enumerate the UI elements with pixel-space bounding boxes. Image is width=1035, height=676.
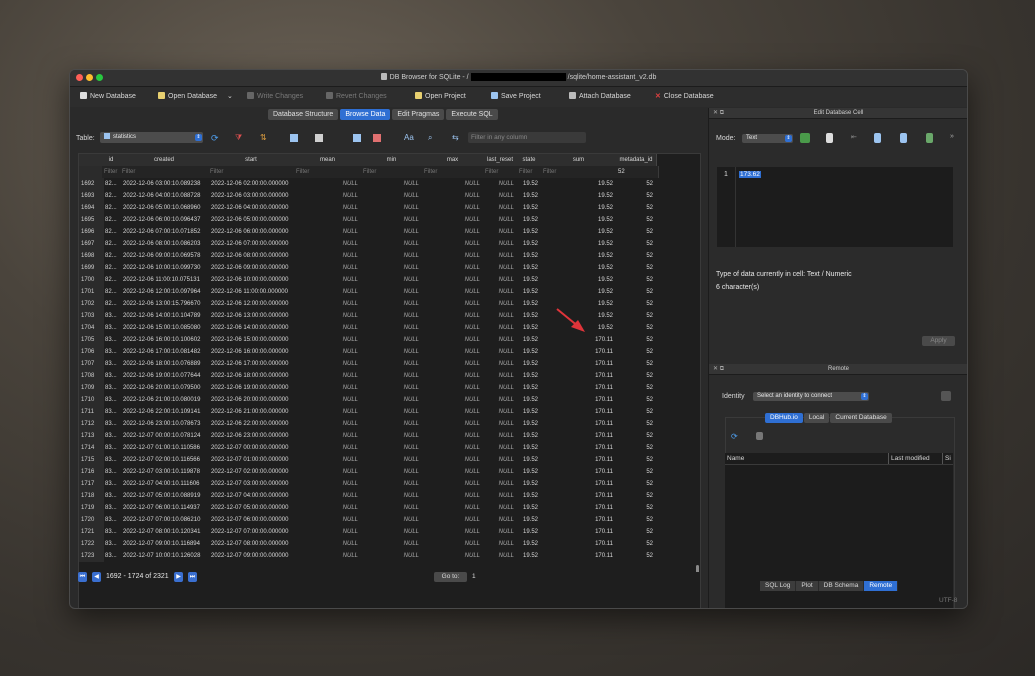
annotation-arrow: [556, 308, 585, 332]
